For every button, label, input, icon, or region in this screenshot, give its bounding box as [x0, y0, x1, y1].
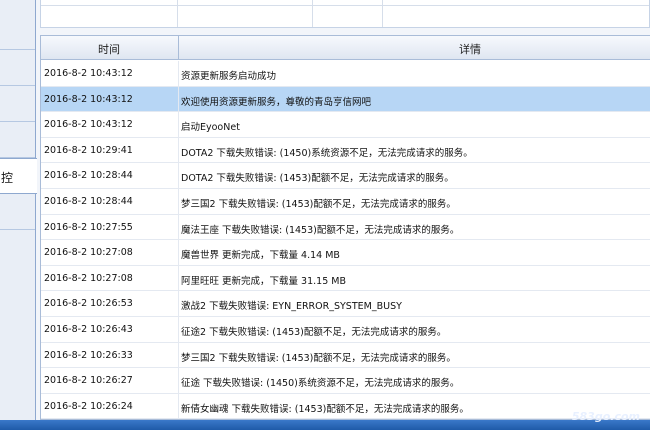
- cell-divider: [178, 214, 179, 240]
- cell-divider: [178, 393, 179, 419]
- cell-time: 2016-8-2 10:43:12: [44, 68, 133, 79]
- cell-divider: [178, 188, 179, 214]
- cell-time: 2016-8-2 10:27:08: [44, 247, 133, 259]
- upper-table-cell: [41, 0, 178, 27]
- column-divider[interactable]: [178, 36, 179, 60]
- sidebar-item[interactable]: [0, 122, 35, 158]
- table-row[interactable]: 2016-8-2 10:26:43 征途2 下载失败错误: (1453)配额不足，…: [41, 316, 650, 343]
- cell-time: 2016-8-2 10:26:53: [44, 298, 133, 310]
- cell-detail: 新倩女幽魂 下载失败错误: (1453)配额不足，无法完成请求的服务。: [181, 403, 469, 415]
- sidebar-item[interactable]: [0, 0, 35, 50]
- table-row[interactable]: 2016-8-2 10:29:41 DOTA2 下载失败错误: (1450)系统资…: [41, 137, 650, 164]
- sidebar: 控: [0, 0, 37, 430]
- table-row[interactable]: 2016-8-2 10:26:27 征途 下载失败错误: (1450)系统资源不足…: [41, 368, 650, 394]
- column-header-time[interactable]: 时间: [98, 41, 120, 57]
- cell-time: 2016-8-2 10:27:55: [44, 221, 133, 233]
- log-table-body: 2016-8-2 10:43:12 资源更新服务启动成功 2016-8-2 10:4…: [41, 61, 650, 419]
- upper-table-cell: [178, 0, 313, 27]
- table-row[interactable]: 2016-8-2 10:26:53 激战2 下载失败错误: EYN_ERROR_S…: [41, 291, 650, 317]
- column-header-detail[interactable]: 详情: [459, 41, 481, 57]
- cell-divider: [178, 163, 179, 188]
- cell-time: 2016-8-2 10:29:41: [44, 144, 133, 156]
- cell-detail: 启动EyooNet: [181, 122, 240, 134]
- table-row[interactable]: 2016-8-2 10:43:12 启动EyooNet: [41, 112, 650, 138]
- table-row[interactable]: 2016-8-2 10:28:44 DOTA2 下载失败错误: (1453)配额不…: [41, 163, 650, 189]
- log-table-header: 时间 详情: [41, 36, 650, 60]
- watermark-text: 583go.com: [571, 410, 640, 423]
- cell-detail: DOTA2 下载失败错误: (1450)系统资源不足，无法完成请求的服务。: [181, 147, 473, 159]
- cell-divider: [178, 291, 179, 316]
- sidebar-item-active[interactable]: 控: [0, 158, 37, 194]
- table-row[interactable]: 2016-8-2 10:43:12 资源更新服务启动成功: [41, 61, 650, 87]
- cell-divider: [178, 240, 179, 265]
- cell-divider: [178, 61, 179, 86]
- cell-detail: 梦三国2 下载失败错误: (1453)配额不足，无法完成请求的服务。: [181, 198, 456, 210]
- table-row[interactable]: 2016-8-2 10:27:08 阿里旺旺 更新完成，下载量 31.15 MB: [41, 265, 650, 292]
- table-row[interactable]: 2016-8-2 10:26:33 梦三国2 下载失败错误: (1453)配额不足…: [41, 342, 650, 369]
- cell-divider: [178, 137, 179, 163]
- cell-time: 2016-8-2 10:26:43: [44, 323, 133, 335]
- cell-time: 2016-8-2 10:26:27: [44, 375, 133, 387]
- cell-detail: 征途2 下载失败错误: (1453)配额不足，无法完成请求的服务。: [181, 326, 447, 338]
- sidebar-item[interactable]: [0, 50, 35, 86]
- cell-detail: DOTA2 下载失败错误: (1453)配额不足，无法完成请求的服务。: [181, 173, 454, 185]
- cell-divider: [178, 316, 179, 342]
- log-table: 时间 详情 2016-8-2 10:43:12 资源更新服务启动成功 2016-8-…: [40, 35, 650, 420]
- cell-detail: 魔法王座 下载失败错误: (1453)配额不足，无法完成请求的服务。: [181, 224, 460, 236]
- cell-divider: [178, 368, 179, 393]
- table-row[interactable]: 2016-8-2 10:28:44 梦三国2 下载失败错误: (1453)配额不足…: [41, 188, 650, 215]
- cell-time: 2016-8-2 10:26:33: [44, 349, 133, 361]
- sidebar-item[interactable]: [0, 86, 35, 122]
- cell-divider: [178, 342, 179, 368]
- upper-table-cell: [313, 0, 383, 27]
- cell-divider: [178, 86, 179, 112]
- table-row[interactable]: 2016-8-2 10:43:12 欢迎使用资源更新服务，尊敬的青岛亨信网吧: [41, 86, 650, 113]
- sidebar-item-label: 控: [1, 171, 14, 185]
- cell-time: 2016-8-2 10:28:44: [44, 195, 133, 207]
- cell-divider: [178, 265, 179, 291]
- cell-time: 2016-8-2 10:28:44: [44, 170, 133, 182]
- cell-detail: 激战2 下载失败错误: EYN_ERROR_SYSTEM_BUSY: [181, 301, 402, 313]
- watermark-logo: 583go.com: [544, 404, 644, 430]
- cell-detail: 梦三国2 下载失败错误: (1453)配额不足，无法完成请求的服务。: [181, 352, 456, 364]
- cell-detail: 阿里旺旺 更新完成，下载量 31.15 MB: [181, 275, 346, 287]
- upper-table: [40, 0, 650, 28]
- cell-time: 2016-8-2 10:26:24: [44, 400, 133, 412]
- table-row[interactable]: 2016-8-2 10:27:55 魔法王座 下载失败错误: (1453)配额不足…: [41, 214, 650, 241]
- cell-detail: 魔兽世界 更新完成，下载量 4.14 MB: [181, 250, 340, 262]
- cell-time: 2016-8-2 10:27:08: [44, 272, 133, 284]
- cell-divider: [178, 112, 179, 137]
- sidebar-item[interactable]: [0, 194, 35, 230]
- cell-time: 2016-8-2 10:43:12: [44, 119, 133, 131]
- cell-detail: 欢迎使用资源更新服务，尊敬的青岛亨信网吧: [181, 96, 372, 108]
- cell-time: 2016-8-2 10:43:12: [44, 93, 133, 105]
- table-row[interactable]: 2016-8-2 10:27:08 魔兽世界 更新完成，下载量 4.14 MB: [41, 240, 650, 266]
- cell-detail: 征途 下载失败错误: (1450)系统资源不足，无法完成请求的服务。: [181, 378, 460, 390]
- cell-detail: 资源更新服务启动成功: [181, 71, 277, 82]
